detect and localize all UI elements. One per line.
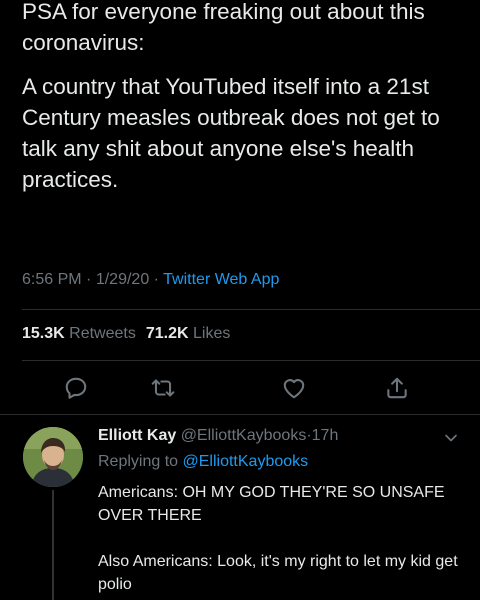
tweet-meta: 6:56 PM · 1/29/20 · Twitter Web App: [22, 271, 279, 289]
reply-tweet[interactable]: Elliott Kay @ElliottKaybooks·17h Replyin…: [0, 424, 480, 600]
divider: [22, 360, 480, 361]
reply-line-2: Also Americans: Look, it's my right to l…: [98, 553, 458, 593]
reply-header: Elliott Kay @ElliottKaybooks·17h: [98, 427, 338, 445]
tweet-date[interactable]: 1/29/20: [96, 271, 149, 288]
retweets-stat[interactable]: 15.3K Retweets: [22, 325, 136, 342]
chevron-down-icon[interactable]: [444, 431, 458, 445]
tweet-actions: [0, 375, 480, 401]
reply-line-1: Americans: OH MY GOD THEY'RE SO UNSAFE O…: [98, 484, 445, 524]
likes-label: Likes: [193, 325, 231, 342]
likes-stat[interactable]: 71.2K Likes: [146, 325, 231, 342]
tweet-stats: 15.3K Retweets 71.2K Likes: [22, 325, 230, 343]
share-icon[interactable]: [384, 375, 410, 401]
divider: [22, 309, 480, 310]
retweet-icon[interactable]: [150, 375, 176, 401]
avatar[interactable]: [23, 427, 83, 487]
retweets-count: 15.3K: [22, 325, 65, 342]
like-icon[interactable]: [281, 375, 307, 401]
meta-separator: ·: [153, 271, 159, 288]
tweet-time[interactable]: 6:56 PM: [22, 271, 82, 288]
replying-to-mention[interactable]: @ElliottKaybooks: [183, 453, 309, 470]
likes-count: 71.2K: [145, 325, 189, 342]
divider: [0, 414, 480, 415]
replying-to-label: Replying to: [98, 453, 179, 470]
meta-separator: ·: [86, 271, 92, 288]
tweet-text: PSA for everyone freaking out about this…: [22, 0, 462, 195]
reply-age[interactable]: 17h: [312, 427, 339, 444]
tweet-source-link[interactable]: Twitter Web App: [163, 271, 279, 288]
replying-to: Replying to @ElliottKaybooks: [98, 453, 308, 471]
tweet-paragraph-2: A country that YouTubed itself into a 21…: [22, 74, 440, 192]
reply-author-handle[interactable]: @ElliottKaybooks: [181, 427, 307, 444]
retweets-label: Retweets: [69, 325, 136, 342]
reply-icon[interactable]: [63, 375, 89, 401]
tweet-paragraph-1: PSA for everyone freaking out about this…: [22, 0, 425, 55]
reply-text: Americans: OH MY GOD THEY'RE SO UNSAFE O…: [98, 481, 458, 596]
reply-author-name[interactable]: Elliott Kay: [98, 427, 176, 444]
thread-line: [52, 490, 54, 600]
